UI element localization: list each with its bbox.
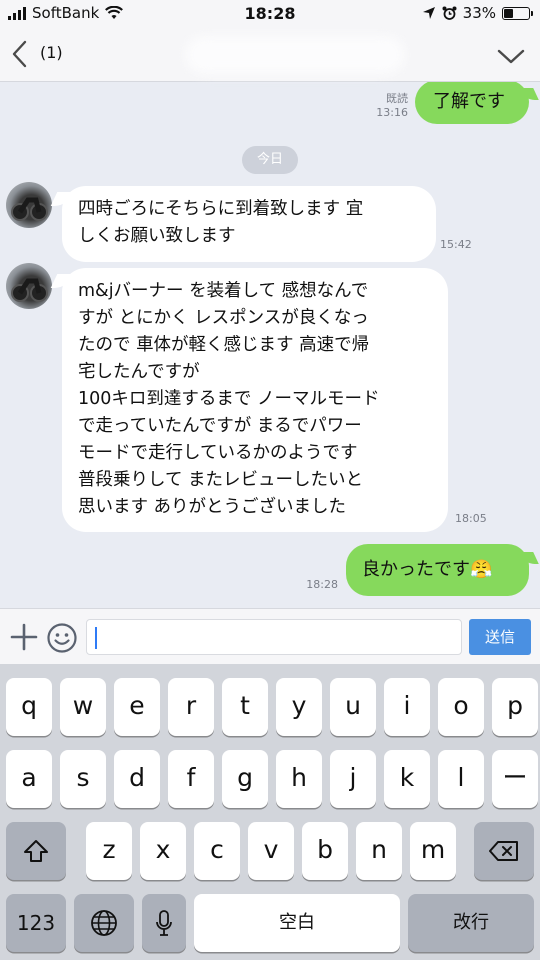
- delete-key[interactable]: [474, 822, 534, 880]
- space-key[interactable]: 空白: [194, 894, 400, 952]
- message-text-line: で走っていたんですが まるでパワー: [78, 416, 362, 436]
- chat-title[interactable]: (1): [40, 43, 63, 62]
- battery-percent: 33%: [462, 4, 496, 22]
- avatar[interactable]: [6, 263, 52, 309]
- message-bubble-incoming[interactable]: m&jバーナー を装着して 感想なんで すが とにかく レスポンスが良くなっ た…: [62, 268, 448, 532]
- message-time: 18:28: [306, 578, 338, 591]
- message-text-line: しくお願い致します: [78, 226, 236, 246]
- key-b[interactable]: b: [302, 822, 348, 880]
- return-key[interactable]: 改行: [408, 894, 534, 952]
- battery-icon: [502, 6, 533, 20]
- composer-bar: 送信: [0, 608, 540, 664]
- avatar[interactable]: [6, 182, 52, 228]
- status-bar: SoftBank 18:28 33%: [0, 0, 540, 28]
- location-icon: [422, 7, 435, 19]
- send-button[interactable]: 送信: [469, 619, 531, 655]
- key-r[interactable]: r: [168, 678, 214, 736]
- key-d[interactable]: d: [114, 750, 160, 808]
- message-text-line: m&jバーナー を装着して 感想なんで: [78, 281, 369, 301]
- message-text-line: 100キロ到達するまで ノーマルモード: [78, 389, 380, 409]
- key-c[interactable]: c: [194, 822, 240, 880]
- message-bubble-outgoing[interactable]: 良かったです😤: [346, 544, 529, 596]
- message-bubble-outgoing[interactable]: 了解です: [415, 82, 529, 124]
- globe-key[interactable]: [74, 894, 134, 952]
- message-text-line: モードで走行しているかのようです: [78, 443, 358, 463]
- key-l[interactable]: l: [438, 750, 484, 808]
- globe-icon: [91, 910, 117, 936]
- date-divider: 今日: [242, 146, 298, 174]
- numbers-key[interactable]: 123: [6, 894, 66, 952]
- chat-header: (1): [0, 28, 540, 82]
- key-s[interactable]: s: [60, 750, 106, 808]
- key-z[interactable]: z: [86, 822, 132, 880]
- shift-key[interactable]: [6, 822, 66, 880]
- steam-face-emoji: 😤: [470, 559, 493, 580]
- microphone-icon: [156, 910, 172, 936]
- message-input[interactable]: [86, 619, 462, 655]
- key-a[interactable]: a: [6, 750, 52, 808]
- keyboard: q w e r t y u i o p a s d f g h j k l ー …: [0, 664, 540, 960]
- key-v[interactable]: v: [248, 822, 294, 880]
- key-t[interactable]: t: [222, 678, 268, 736]
- key-g[interactable]: g: [222, 750, 268, 808]
- shift-icon: [24, 840, 48, 862]
- key-k[interactable]: k: [384, 750, 430, 808]
- key-i[interactable]: i: [384, 678, 430, 736]
- message-list[interactable]: 既読 13:16 了解です 今日 四時ごろにそちらに到着致します 宜 しくお願い…: [0, 82, 540, 608]
- message-meta: 既読 13:16: [366, 92, 408, 120]
- key-n[interactable]: n: [356, 822, 402, 880]
- microphone-key[interactable]: [142, 894, 186, 952]
- message-text: 了解です: [433, 91, 505, 112]
- chevron-down-icon[interactable]: [496, 42, 526, 70]
- key-w[interactable]: w: [60, 678, 106, 736]
- message-time: 15:42: [440, 238, 472, 251]
- key-o[interactable]: o: [438, 678, 484, 736]
- message-text-line: 宅したんですが: [78, 362, 200, 382]
- message-bubble-incoming[interactable]: 四時ごろにそちらに到着致します 宜 しくお願い致します: [62, 186, 436, 262]
- chevron-left-icon[interactable]: [6, 36, 34, 72]
- key-j[interactable]: j: [330, 750, 376, 808]
- key-q[interactable]: q: [6, 678, 52, 736]
- message-text-line: 普段乗りして またレビューしたいと: [78, 470, 364, 490]
- key-p[interactable]: p: [492, 678, 538, 736]
- key-y[interactable]: y: [276, 678, 322, 736]
- message-text-line: すが とにかく レスポンスが良くなっ: [78, 308, 369, 328]
- redacted-name: [185, 36, 405, 74]
- text-caret: [95, 627, 97, 649]
- message-text-line: 思います ありがとうございました: [78, 497, 347, 517]
- message-text: 良かったです: [362, 559, 470, 580]
- message-text-line: たので 車体が軽く感じます 高速で帰: [78, 335, 370, 355]
- message-time: 13:16: [376, 106, 408, 119]
- alarm-icon: [442, 6, 457, 20]
- key-f[interactable]: f: [168, 750, 214, 808]
- key-m[interactable]: m: [410, 822, 456, 880]
- message-text-line: 四時ごろにそちらに到着致します 宜: [78, 199, 364, 219]
- message-time: 18:05: [455, 512, 487, 525]
- key-e[interactable]: e: [114, 678, 160, 736]
- plus-icon[interactable]: [10, 623, 38, 651]
- read-receipt: 既読: [386, 92, 408, 105]
- smiley-icon[interactable]: [46, 622, 78, 654]
- delete-icon: [489, 841, 518, 861]
- key-long-dash[interactable]: ー: [492, 750, 538, 808]
- key-h[interactable]: h: [276, 750, 322, 808]
- key-x[interactable]: x: [140, 822, 186, 880]
- key-u[interactable]: u: [330, 678, 376, 736]
